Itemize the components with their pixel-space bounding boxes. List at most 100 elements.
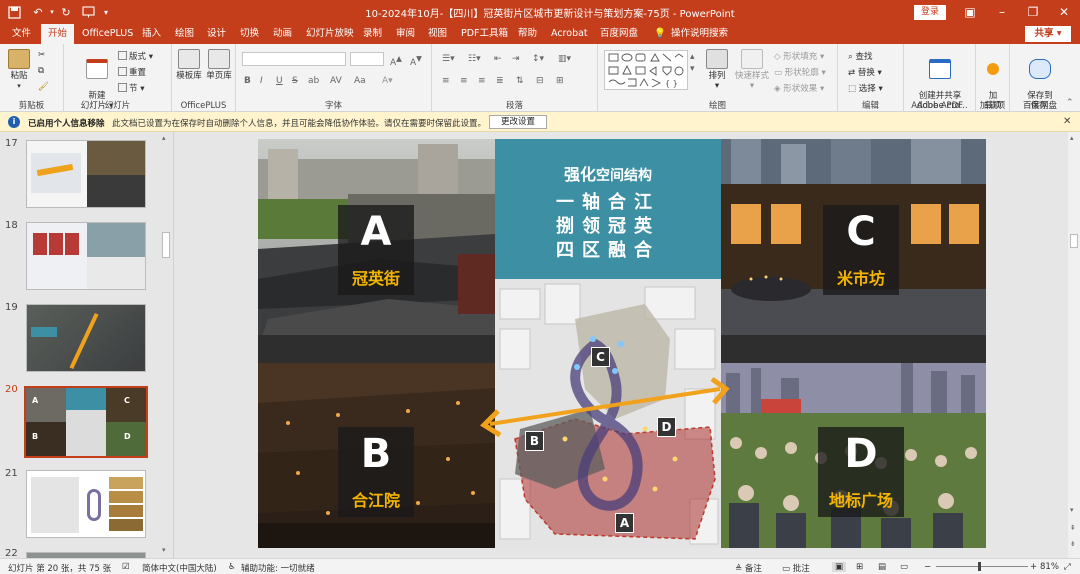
thumbnails-scrollbar[interactable]: ▴ ▾ bbox=[160, 132, 172, 558]
shape-effects-button[interactable]: ◈ 形状效果 ▾ bbox=[774, 82, 824, 94]
thumbnail-slide-18[interactable] bbox=[26, 222, 146, 290]
tab-transitions[interactable]: 切换 bbox=[240, 24, 259, 44]
decrease-indent-icon[interactable]: ⇤ bbox=[494, 54, 502, 64]
underline-button[interactable]: U bbox=[276, 76, 283, 86]
zoom-out-icon[interactable]: − bbox=[924, 562, 931, 572]
scroll-down-icon[interactable]: ▾ bbox=[1070, 506, 1074, 514]
shapes-gallery[interactable]: { } bbox=[604, 50, 688, 90]
thumbnail-slide-19[interactable] bbox=[26, 304, 146, 372]
tab-baidu-pan[interactable]: 百度网盘 bbox=[600, 24, 638, 44]
strikethrough-button[interactable]: S bbox=[292, 76, 298, 86]
section-button[interactable]: 节 ▾ bbox=[118, 82, 144, 94]
thumbnail-slide-20[interactable]: A B C D bbox=[24, 386, 148, 458]
minimize-icon[interactable]: – bbox=[987, 0, 1017, 24]
slideshow-icon[interactable]: ▭ bbox=[900, 562, 908, 572]
slide-scrollbar[interactable]: ▴ ▾ ⇞ ⇟ bbox=[1068, 132, 1080, 558]
scroll-down-icon[interactable]: ▾ bbox=[162, 546, 166, 554]
gallery-scroll-up-icon[interactable]: ▴ bbox=[690, 52, 695, 62]
scroll-thumb[interactable] bbox=[162, 232, 170, 258]
scroll-up-icon[interactable]: ▴ bbox=[162, 134, 166, 142]
comments-button[interactable]: ▭ 批注 bbox=[782, 562, 810, 574]
tab-acrobat[interactable]: Acrobat bbox=[551, 24, 588, 44]
scroll-thumb[interactable] bbox=[1070, 234, 1078, 248]
cut-icon[interactable]: ✂ bbox=[38, 50, 45, 60]
zoom-level[interactable]: 81% bbox=[1040, 562, 1059, 572]
quick-styles-button[interactable]: 快速样式 ▾ bbox=[732, 49, 772, 91]
decrease-font-icon[interactable]: A▼ bbox=[410, 54, 422, 68]
previous-slide-icon[interactable]: ⇞ bbox=[1070, 524, 1076, 532]
tab-insert[interactable]: 插入 bbox=[142, 24, 161, 44]
change-settings-button[interactable]: 更改设置 bbox=[489, 115, 547, 129]
increase-font-icon[interactable]: A▲ bbox=[390, 54, 402, 68]
single-page-library-button[interactable]: 单页库 bbox=[204, 49, 234, 81]
font-color-icon[interactable]: A▾ bbox=[382, 76, 393, 86]
replace-button[interactable]: ⇄ 替换 ▾ bbox=[848, 66, 882, 78]
font-size-combo[interactable] bbox=[350, 52, 384, 66]
italic-button[interactable]: I bbox=[260, 76, 263, 86]
fit-to-window-icon[interactable]: ⤢ bbox=[1064, 562, 1071, 572]
increase-indent-icon[interactable]: ⇥ bbox=[512, 54, 520, 64]
next-slide-icon[interactable]: ⇟ bbox=[1070, 540, 1076, 548]
zoom-slider-thumb[interactable] bbox=[978, 562, 981, 571]
reading-view-icon[interactable]: ▤ bbox=[878, 562, 886, 572]
language-indicator[interactable]: 简体中文(中国大陆) bbox=[142, 562, 217, 574]
slide-counter[interactable]: 幻灯片 第 20 张，共 75 张 bbox=[8, 562, 111, 574]
thumbnail-slide-17[interactable] bbox=[26, 140, 146, 208]
restore-icon[interactable]: ❐ bbox=[1018, 0, 1048, 24]
slide-sorter-icon[interactable]: ⊞ bbox=[856, 562, 863, 572]
present-from-start-icon[interactable] bbox=[80, 4, 96, 20]
tab-view[interactable]: 视图 bbox=[428, 24, 447, 44]
thumbnail-slide-21[interactable] bbox=[26, 470, 146, 538]
align-center-icon[interactable]: ≡ bbox=[460, 76, 468, 86]
share-button[interactable]: 共享 ▾ bbox=[1025, 26, 1071, 42]
tell-me-search[interactable]: 操作说明搜索 bbox=[671, 24, 728, 44]
scroll-up-icon[interactable]: ▴ bbox=[1070, 134, 1074, 142]
customize-qat-icon[interactable]: ▾ bbox=[98, 4, 114, 20]
font-name-combo[interactable] bbox=[242, 52, 346, 66]
close-icon[interactable]: ✕ bbox=[1063, 116, 1071, 127]
select-button[interactable]: ⬚ 选择 ▾ bbox=[848, 82, 883, 94]
align-left-icon[interactable]: ≡ bbox=[442, 76, 450, 86]
align-right-icon[interactable]: ≡ bbox=[478, 76, 486, 86]
tab-file[interactable]: 文件 bbox=[12, 24, 31, 44]
tab-review[interactable]: 审阅 bbox=[396, 24, 415, 44]
justify-icon[interactable]: ≣ bbox=[496, 76, 504, 86]
redo-icon[interactable]: ↻ bbox=[58, 4, 74, 20]
format-painter-icon[interactable]: 🖌 bbox=[38, 82, 49, 92]
tab-record[interactable]: 录制 bbox=[363, 24, 382, 44]
text-shadow-button[interactable]: ab bbox=[308, 76, 319, 86]
zoom-slider[interactable] bbox=[936, 566, 1028, 567]
columns-icon[interactable]: ▥▾ bbox=[558, 54, 571, 64]
tab-pdf-toolbox[interactable]: PDF工具箱 bbox=[461, 24, 508, 44]
normal-view-icon[interactable]: ▣ bbox=[832, 562, 847, 572]
copy-icon[interactable]: ⧉ bbox=[38, 66, 44, 76]
gallery-scroll-down-icon[interactable]: ▾ bbox=[690, 64, 695, 74]
line-spacing-icon[interactable]: ↕▾ bbox=[532, 54, 544, 64]
proofing-icon[interactable]: ☑ bbox=[122, 562, 130, 572]
numbering-icon[interactable]: ☷▾ bbox=[468, 54, 481, 64]
tab-design[interactable]: 设计 bbox=[207, 24, 226, 44]
reset-button[interactable]: 重置 bbox=[118, 66, 146, 78]
shape-fill-button[interactable]: ◇ 形状填充 ▾ bbox=[774, 50, 824, 62]
close-icon[interactable]: ✕ bbox=[1049, 0, 1079, 24]
tab-animations[interactable]: 动画 bbox=[273, 24, 292, 44]
current-slide[interactable]: A 冠英街 B 合江院 强化空间结构 一轴合江 捌领冠英 四区融合 C B D … bbox=[258, 139, 986, 548]
change-case-button[interactable]: Aa bbox=[354, 76, 366, 86]
save-icon[interactable] bbox=[6, 4, 22, 20]
notes-button[interactable]: ≜ 备注 bbox=[735, 562, 762, 574]
bullets-icon[interactable]: ☰▾ bbox=[442, 54, 455, 64]
smartart-icon[interactable]: ⊞ bbox=[556, 76, 564, 86]
shape-outline-button[interactable]: ▭ 形状轮廓 ▾ bbox=[774, 66, 826, 78]
arrange-button[interactable]: 排列 ▾ bbox=[702, 49, 732, 91]
bold-button[interactable]: B bbox=[244, 76, 251, 86]
character-spacing-button[interactable]: AV bbox=[330, 76, 342, 86]
layout-button[interactable]: 版式 ▾ bbox=[118, 50, 153, 62]
tab-home[interactable]: 开始 bbox=[41, 24, 75, 44]
tab-officeplus[interactable]: OfficePLUS bbox=[82, 24, 133, 44]
tab-help[interactable]: 帮助 bbox=[518, 24, 537, 44]
tab-slideshow[interactable]: 幻灯片放映 bbox=[306, 24, 354, 44]
collapse-ribbon-icon[interactable]: ⌃ bbox=[1066, 98, 1074, 108]
accessibility-status[interactable]: 辅助功能: 一切就绪 bbox=[241, 562, 315, 574]
tab-draw[interactable]: 绘图 bbox=[175, 24, 194, 44]
text-direction-icon[interactable]: ⇅ bbox=[516, 76, 524, 86]
